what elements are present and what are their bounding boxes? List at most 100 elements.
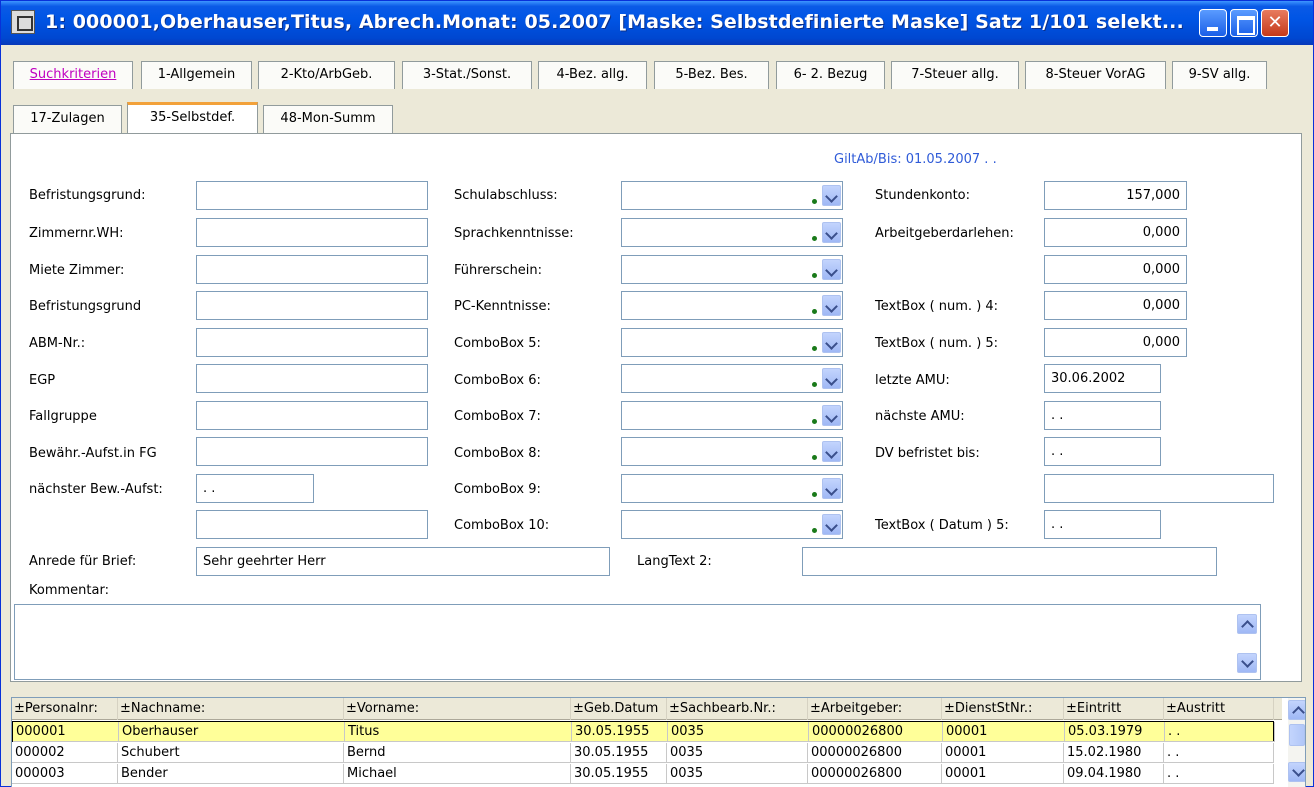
label-pc-kenntnisse: PC-Kenntnisse:	[454, 299, 551, 314]
zimmernr-field[interactable]	[196, 218, 428, 247]
grid-header: ±Personalnr: ±Nachname: ±Vorname: ±Geb.D…	[12, 698, 1282, 720]
langtext-2-field[interactable]	[802, 547, 1217, 576]
textbox-num-4-field[interactable]: 0,000	[1044, 291, 1187, 320]
stundenkonto-field[interactable]: 157,000	[1044, 181, 1187, 210]
column-header-sachbearb-nr[interactable]: ±Sachbearb.Nr.:	[667, 698, 808, 720]
chevron-down-icon[interactable]	[822, 332, 841, 353]
chevron-down-icon[interactable]	[822, 405, 841, 426]
cell-austritt: . .	[1165, 722, 1275, 742]
tab-sv-allg[interactable]: 9-SV allg.	[1172, 61, 1267, 89]
tab-bez-bes[interactable]: 5-Bez. Bes.	[654, 61, 769, 89]
tab-selbstdef[interactable]: 35-Selbstdef.	[127, 102, 258, 133]
cell-dienststnr: 00001	[942, 743, 1064, 763]
cell-nachname: Oberhauser	[119, 722, 345, 742]
sprachkenntnisse-combo[interactable]	[621, 218, 843, 247]
scroll-thumb[interactable]	[1289, 724, 1305, 746]
label-naechster-bew-aufst: nächster Bew.-Aufst:	[29, 482, 163, 497]
column-header-nachname[interactable]: ±Nachname:	[118, 698, 344, 720]
kommentar-textarea[interactable]	[14, 604, 1261, 680]
fallgruppe-field[interactable]	[196, 401, 428, 430]
app-icon[interactable]	[11, 10, 35, 34]
unlabeled-num-field[interactable]: 0,000	[1044, 255, 1187, 284]
maximize-button[interactable]	[1230, 9, 1258, 37]
miete-zimmer-field[interactable]	[196, 255, 428, 284]
table-row[interactable]: 000001 Oberhauser Titus 30.05.1955 0035 …	[12, 721, 1275, 742]
cell-nachname: Schubert	[118, 743, 344, 763]
textbox-datum-5-field[interactable]: . .	[1044, 510, 1161, 539]
cell-personalnr: 000002	[12, 743, 118, 763]
column-header-dienststnr[interactable]: ±DienstStNr.:	[942, 698, 1064, 720]
chevron-down-icon[interactable]	[822, 368, 841, 389]
tab-kto-arbgeb[interactable]: 2-Kto/ArbGeb.	[258, 61, 395, 89]
scroll-up-icon[interactable]	[1237, 614, 1257, 634]
combobox-5[interactable]	[621, 328, 843, 357]
label-fuehrerschein: Führerschein:	[454, 263, 543, 278]
column-header-personalnr[interactable]: ±Personalnr:	[12, 698, 118, 720]
label-combobox-8: ComboBox 8:	[454, 446, 541, 461]
chevron-down-icon[interactable]	[822, 259, 841, 280]
main-window: 1: 000001,Oberhauser,Titus, Abrech.Monat…	[0, 0, 1314, 787]
tab-zulagen[interactable]: 17-Zulagen	[13, 105, 122, 133]
column-header-austritt[interactable]: ±Austritt	[1164, 698, 1274, 720]
cell-eintritt: 09.04.1980	[1064, 764, 1164, 784]
chevron-down-icon[interactable]	[822, 222, 841, 243]
cell-eintritt: 05.03.1979	[1065, 722, 1165, 742]
label-schulabschluss: Schulabschluss:	[454, 188, 558, 203]
naechster-bew-aufst-field[interactable]: . .	[196, 474, 314, 503]
scroll-down-icon[interactable]	[1237, 653, 1257, 673]
anrede-field[interactable]: Sehr geehrter Herr	[196, 547, 610, 576]
egp-field[interactable]	[196, 364, 428, 393]
label-befristungsgrund: Befristungsgrund:	[29, 188, 146, 203]
tab-bez-allg[interactable]: 4-Bez. allg.	[538, 61, 647, 89]
title-bar[interactable]: 1: 000001,Oberhauser,Titus, Abrech.Monat…	[1, 1, 1313, 45]
fuehrerschein-combo[interactable]	[621, 255, 843, 284]
tab-steuer-vorag[interactable]: 8-Steuer VorAG	[1025, 61, 1166, 89]
column-header-eintritt[interactable]: ±Eintritt	[1064, 698, 1164, 720]
column-header-vorname[interactable]: ±Vorname:	[344, 698, 571, 720]
letzte-amu-field[interactable]: 30.06.2002	[1044, 364, 1161, 393]
table-row[interactable]: 000003 Bender Michael 30.05.1955 0035 00…	[12, 764, 1274, 785]
column-header-arbeitgeber[interactable]: ±Arbeitgeber:	[808, 698, 942, 720]
close-button[interactable]: ✕	[1261, 9, 1289, 37]
minimize-button[interactable]	[1199, 9, 1227, 37]
combobox-9[interactable]	[621, 474, 843, 503]
status-dot-icon	[812, 492, 817, 497]
tab-allgemein[interactable]: 1-Allgemein	[141, 61, 252, 89]
status-dot-icon	[812, 236, 817, 241]
bewaehr-aufst-field[interactable]	[196, 437, 428, 466]
tab-stat-sonst[interactable]: 3-Stat./Sonst.	[402, 61, 532, 89]
combobox-7[interactable]	[621, 401, 843, 430]
label-arbeitgeberdarlehen: Arbeitgeberdarlehen:	[875, 226, 1014, 241]
chevron-down-icon[interactable]	[822, 185, 841, 206]
dv-befristet-bis-field[interactable]: . .	[1044, 437, 1161, 466]
textbox-num-5-field[interactable]: 0,000	[1044, 328, 1187, 357]
unlabeled-right-field[interactable]	[1044, 474, 1274, 503]
befristungsgrund-field[interactable]	[196, 181, 428, 210]
grid-scrollbar[interactable]	[1288, 698, 1305, 787]
naechste-amu-field[interactable]: . .	[1044, 401, 1161, 430]
tab-suchkriterien[interactable]: Suchkriterien	[13, 61, 133, 89]
combobox-10[interactable]	[621, 510, 843, 539]
scroll-up-icon[interactable]	[1288, 700, 1305, 720]
chevron-down-icon[interactable]	[822, 514, 841, 535]
unlabeled-left-field[interactable]	[196, 510, 428, 539]
cell-nachname: Bender	[118, 764, 344, 784]
tab-mon-summ[interactable]: 48-Mon-Summ	[263, 105, 393, 133]
abm-nr-field[interactable]	[196, 328, 428, 357]
scroll-down-icon[interactable]	[1288, 762, 1305, 782]
arbeitgeberdarlehen-field[interactable]: 0,000	[1044, 218, 1187, 247]
column-header-geb-datum[interactable]: ±Geb.Datum	[571, 698, 667, 720]
tab-steuer-allg[interactable]: 7-Steuer allg.	[891, 61, 1019, 89]
chevron-down-icon[interactable]	[822, 478, 841, 499]
table-row[interactable]: 000002 Schubert Bernd 30.05.1955 0035 00…	[12, 743, 1274, 764]
personnel-grid[interactable]: ±Personalnr: ±Nachname: ±Vorname: ±Geb.D…	[11, 697, 1306, 787]
combobox-6[interactable]	[621, 364, 843, 393]
befristungsgrund-2-field[interactable]	[196, 291, 428, 320]
chevron-down-icon[interactable]	[822, 295, 841, 316]
chevron-down-icon[interactable]	[822, 441, 841, 462]
schulabschluss-combo[interactable]	[621, 181, 843, 210]
tab-2-bezug[interactable]: 6- 2. Bezug	[776, 61, 885, 89]
label-abm-nr: ABM-Nr.:	[29, 336, 86, 351]
pc-kenntnisse-combo[interactable]	[621, 291, 843, 320]
combobox-8[interactable]	[621, 437, 843, 466]
